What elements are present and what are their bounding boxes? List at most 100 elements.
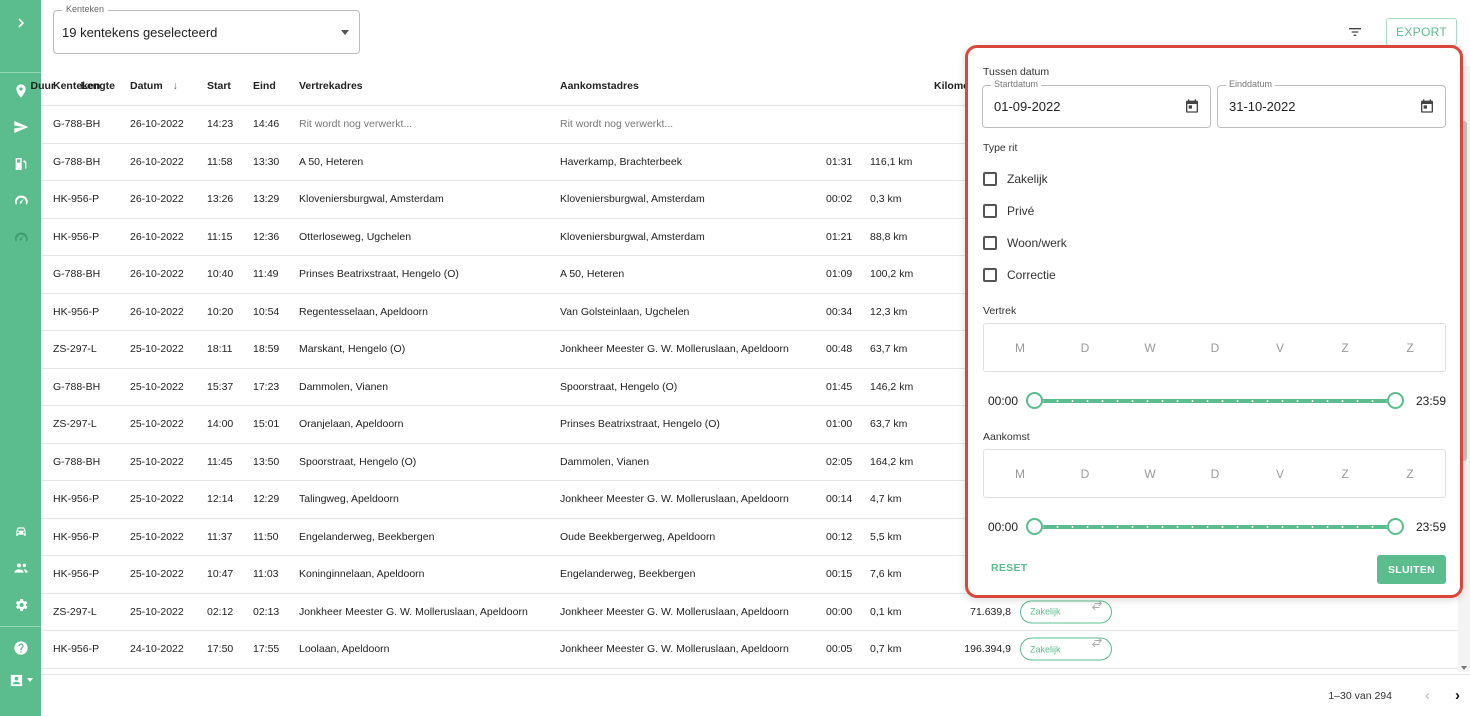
cell-duration: 01:31 [826,155,853,168]
trip-type-chip[interactable]: Zakelijk [1020,599,1112,624]
cell-end: 17:55 [253,643,280,656]
cell-plate: HK-956-P [53,568,100,581]
checkbox-woon-werk[interactable]: Woon/werk [983,234,1067,252]
column-header-duration[interactable]: Duur [31,80,56,92]
checkbox-prive[interactable]: Privé [983,202,1034,220]
export-button[interactable]: EXPORT [1386,18,1457,46]
cell-arrival: Kloveniersburgwal, Amsterdam [560,230,705,243]
checkbox-box[interactable] [983,204,997,218]
table-row[interactable]: HK-956-P 24-10-2022 17:50 17:55 Loolaan, Ape… [41,631,1458,669]
sidebar-item-trips[interactable] [0,112,41,142]
day-toggle-m[interactable]: M [1010,467,1030,481]
column-header-date[interactable]: Datum ↓ [130,80,178,92]
scroll-down-arrow-icon[interactable] [1461,666,1467,670]
end-date-field[interactable]: Einddatum 31-10-2022 [1217,79,1446,128]
previous-page-icon[interactable]: ‹ [1425,687,1430,704]
day-toggle-d[interactable]: D [1205,467,1225,481]
column-header-start[interactable]: Start [207,80,231,92]
cell-start: 02:12 [207,605,234,618]
trip-type-chip[interactable]: Zakelijk [1020,637,1112,661]
slider-handle-start[interactable] [1026,518,1043,535]
day-toggle-z[interactable]: Z [1400,467,1420,481]
arrival-time-slider[interactable]: 00:00 23:59 [983,516,1446,536]
departure-time-min: 00:00 [988,394,1019,408]
chevron-down-icon [26,678,33,682]
cell-length: 88,8 km [870,230,908,243]
cell-end: 13:50 [253,455,280,468]
start-date-field[interactable]: Startdatum 01-09-2022 [982,79,1211,128]
cell-arrival: Jonkheer Meester G. W. Molleruslaan, Ape… [560,643,789,656]
sidebar-item-speed[interactable] [0,186,41,216]
cell-length: 7,6 km [870,568,902,581]
cell-plate: G-788-BH [53,455,101,468]
slider-handle-end[interactable] [1387,518,1404,535]
start-date-value: 01-09-2022 [994,99,1061,114]
day-toggle-w[interactable]: W [1140,467,1160,481]
next-page-icon[interactable]: › [1455,687,1460,704]
checkbox-box[interactable] [983,236,997,250]
day-toggle-z[interactable]: Z [1335,467,1355,481]
cell-plate: HK-956-P [53,493,100,506]
checkbox-box[interactable] [983,268,997,282]
plate-select[interactable]: Kenteken 19 kentekens geselecteerd [53,4,360,54]
day-toggle-z[interactable]: Z [1335,341,1355,355]
chevron-down-icon [341,30,349,35]
day-toggle-z[interactable]: Z [1400,341,1420,355]
cell-arrival: Jonkheer Meester G. W. Molleruslaan, Ape… [560,605,789,618]
column-header-end[interactable]: Eind [253,80,276,92]
reset-button[interactable]: RESET [991,562,1028,574]
cell-odometer: 196.394,9 [964,643,1011,656]
sidebar-item-fuel[interactable] [0,149,41,179]
departure-time-slider[interactable]: 00:00 23:59 [983,390,1446,410]
slider-handle-start[interactable] [1026,392,1043,409]
swap-icon[interactable] [1091,637,1103,649]
expand-sidebar-button[interactable] [0,8,41,38]
day-toggle-v[interactable]: V [1270,467,1290,481]
account-menu-button[interactable] [0,665,41,695]
day-toggle-w[interactable]: W [1140,341,1160,355]
plate-select-value: 19 kentekens geselecteerd [62,25,218,40]
sort-arrow-down-icon: ↓ [172,79,178,92]
speedometer-icon [14,195,28,205]
day-toggle-d[interactable]: D [1075,341,1095,355]
cell-plate: ZS-297-L [53,605,97,618]
column-header-length[interactable]: Lengte [81,80,115,92]
sidebar-item-settings[interactable] [0,590,41,620]
checkbox-correctie[interactable]: Correctie [983,266,1056,284]
cell-departure: Engelanderweg, Beekbergen [299,530,435,543]
close-button[interactable]: SLUITEN [1377,555,1446,584]
sidebar-item-vehicles[interactable] [0,517,41,547]
checkbox-zakelijk[interactable]: Zakelijk [983,170,1048,188]
calendar-icon[interactable] [1419,98,1435,114]
sidebar-item-speed-alt[interactable] [0,223,41,253]
cell-date: 26-10-2022 [130,230,184,243]
cell-arrival: Kloveniersburgwal, Amsterdam [560,193,705,206]
swap-icon[interactable] [1091,599,1103,611]
cell-duration: 01:00 [826,418,853,431]
filter-button[interactable] [1343,22,1367,42]
sidebar-item-users[interactable] [0,553,41,583]
car-icon [15,527,26,536]
column-header-arrival[interactable]: Aankomstadres [560,80,639,92]
cell-end: 17:23 [253,380,280,393]
day-toggle-d[interactable]: D [1205,341,1225,355]
location-pin-icon [15,84,26,98]
slider-handle-end[interactable] [1387,392,1404,409]
day-toggle-m[interactable]: M [1010,341,1030,355]
cell-date: 26-10-2022 [130,118,184,131]
sidebar-item-help[interactable] [0,633,41,663]
help-icon [13,641,28,655]
cell-arrival: Spoorstraat, Hengelo (O) [560,380,678,393]
column-header-departure[interactable]: Vertrekadres [299,80,363,92]
table-row[interactable]: ZS-297-L 25-10-2022 02:12 02:13 Jonkheer Mee… [41,594,1458,631]
column-header-date-label: Datum [130,79,163,92]
cell-departure: Talingweg, Apeldoorn [299,493,399,506]
cell-end: 02:13 [253,605,280,618]
calendar-icon[interactable] [1184,98,1200,114]
day-toggle-d[interactable]: D [1075,467,1095,481]
checkbox-box[interactable] [983,172,997,186]
day-toggle-v[interactable]: V [1270,341,1290,355]
cell-end: 13:30 [253,155,280,168]
cell-end: 10:54 [253,305,280,318]
cell-plate: HK-956-P [53,530,100,543]
